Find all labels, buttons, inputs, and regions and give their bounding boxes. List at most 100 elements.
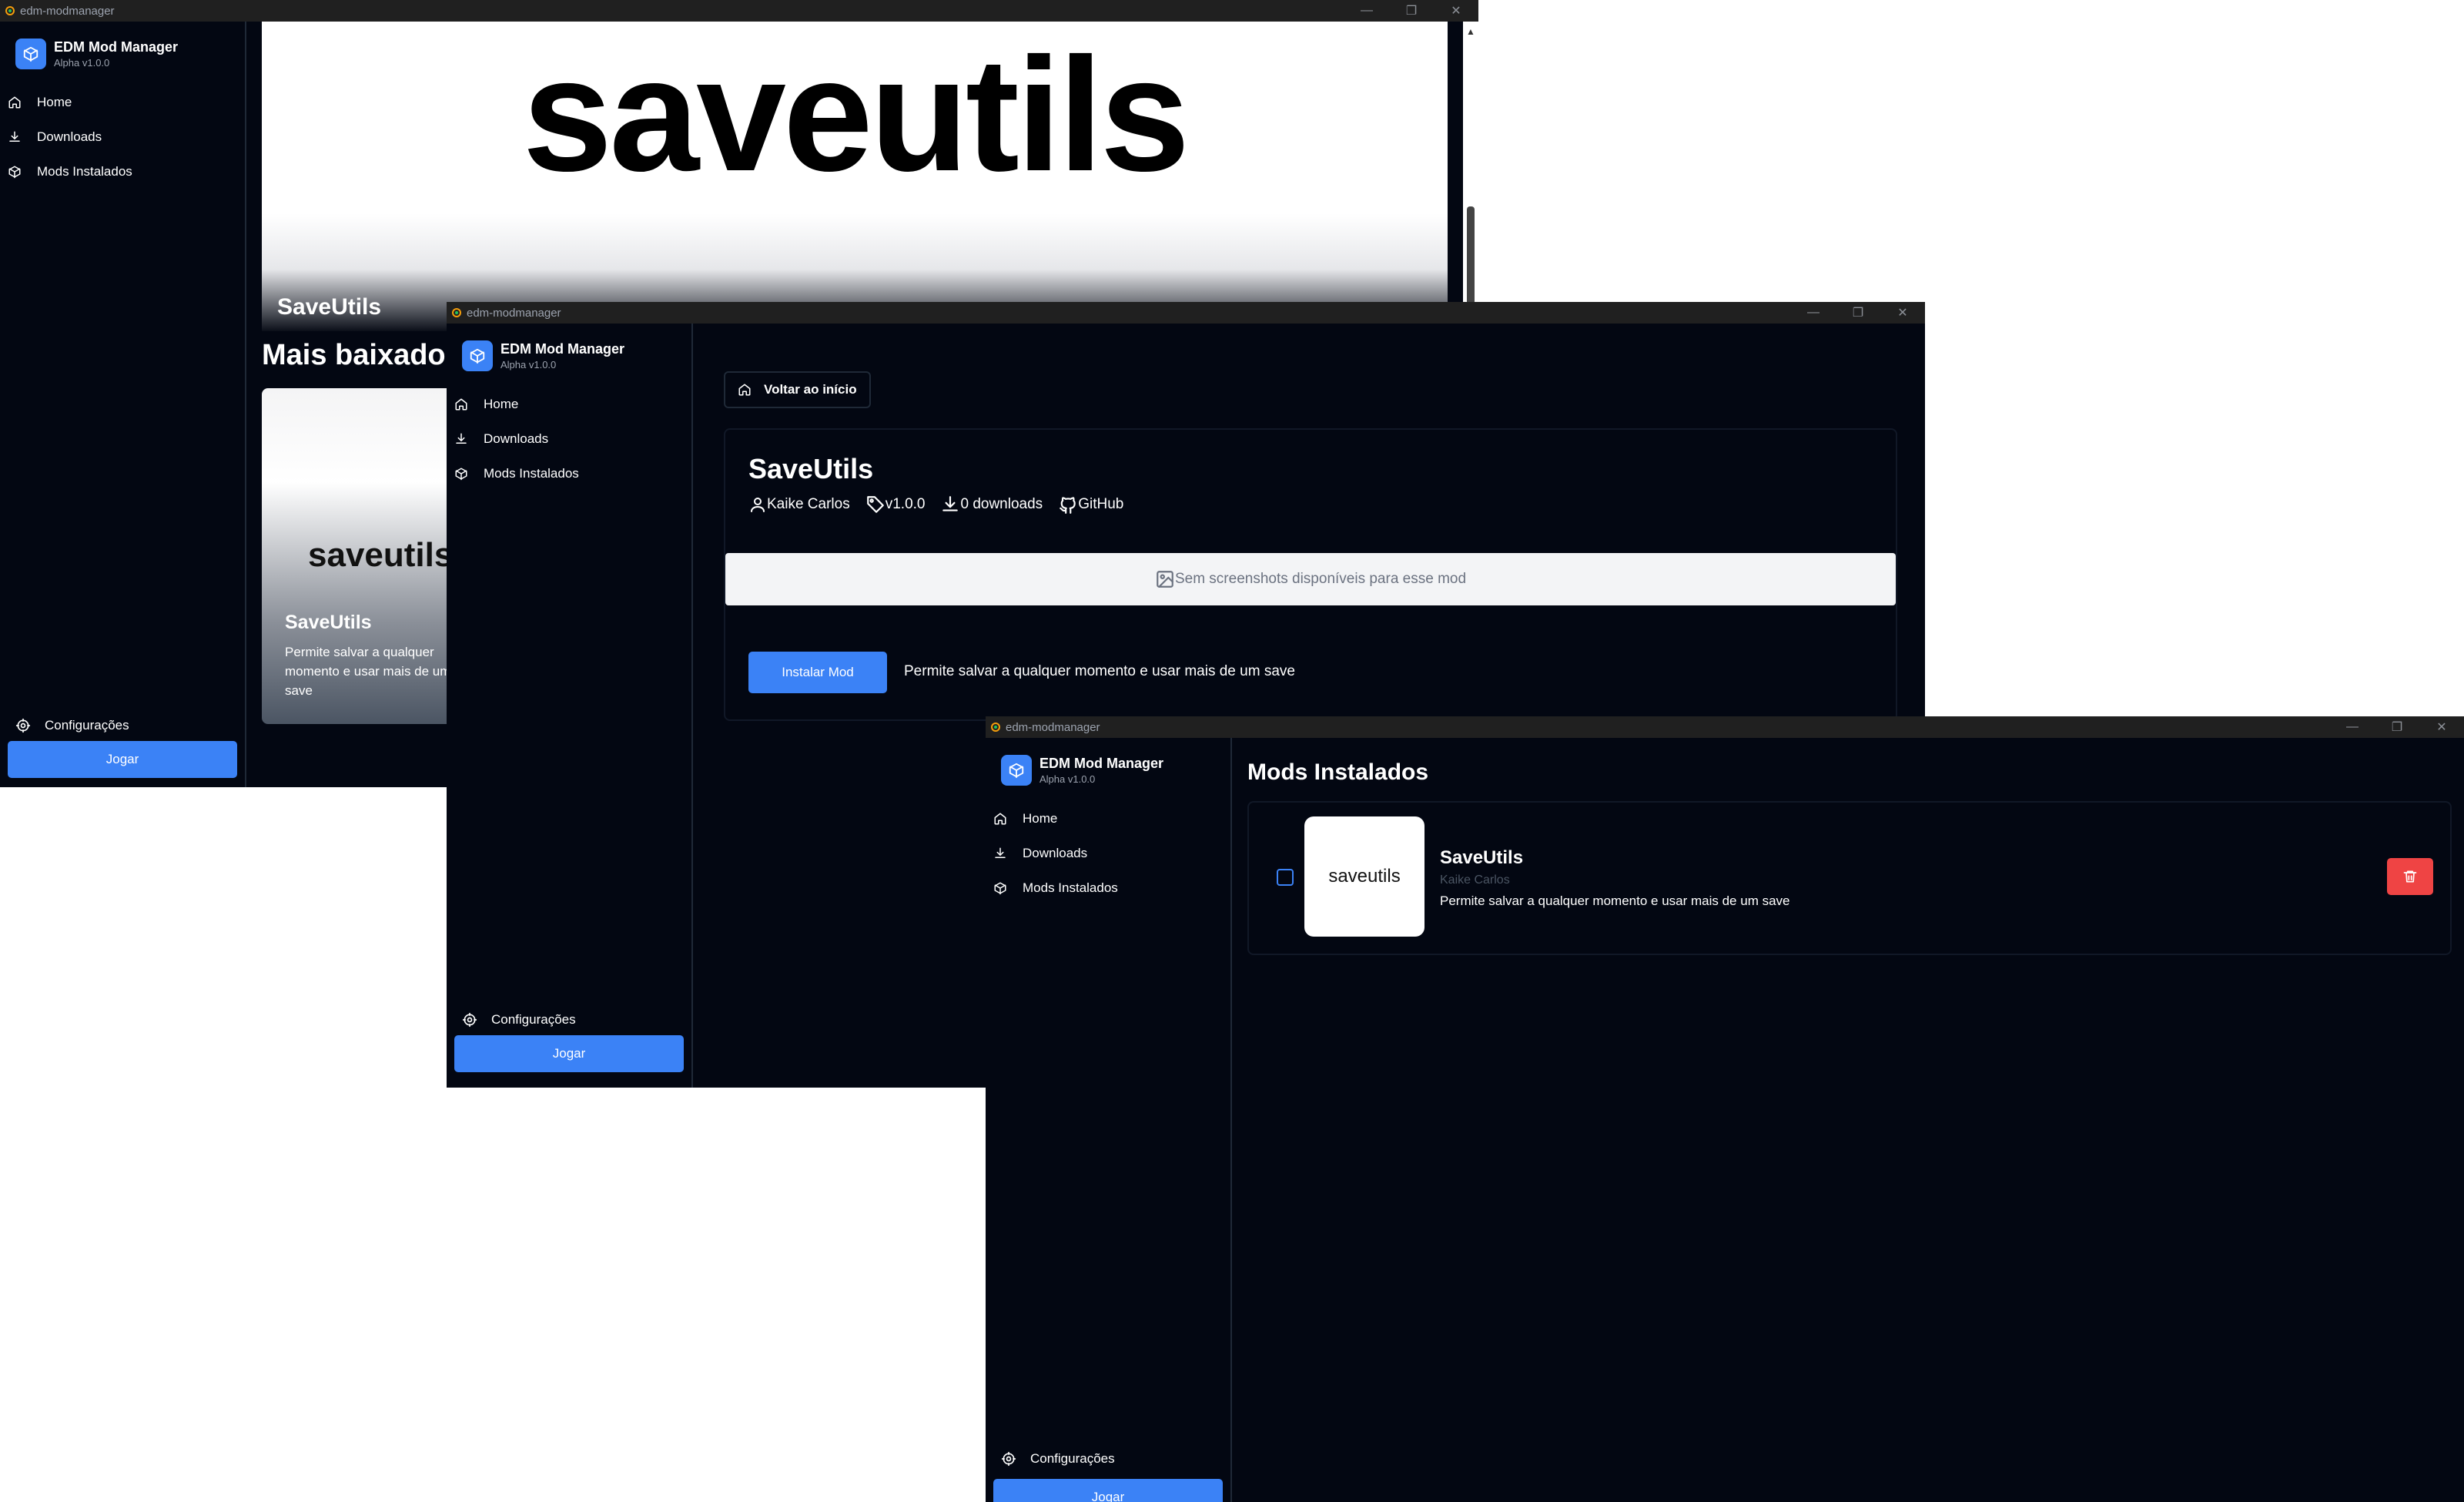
minimize-icon[interactable]: — [2330, 720, 2375, 734]
minimize-icon[interactable]: — [1791, 306, 1836, 320]
screenshots-placeholder: Sem screenshots disponíveis para esse mo… [725, 553, 1896, 605]
box-icon [994, 882, 1006, 894]
maximize-icon[interactable]: ❐ [1836, 305, 1880, 320]
mod-detail-card: SaveUtils Kaike Carlos v1.0.0 0 download… [724, 428, 1897, 721]
nav-item-home[interactable]: Home [0, 85, 245, 119]
installed-mod-row[interactable]: saveutils SaveUtils Kaike Carlos Permite… [1247, 801, 2452, 955]
image-icon [1157, 571, 1173, 588]
home-icon [994, 813, 1006, 824]
mod-downloads: 0 downloads [960, 496, 1043, 512]
nav-label: Mods Instalados [37, 163, 132, 179]
nav-label: Home [1023, 810, 1058, 826]
mod-thumbnail: saveutils [1304, 816, 1424, 937]
play-button[interactable]: Jogar [454, 1035, 684, 1072]
sidebar: EDM Mod Manager Alpha v1.0.0 Home Downlo… [447, 324, 693, 1088]
app-version: Alpha v1.0.0 [1040, 773, 1096, 785]
nav-label: Mods Instalados [484, 465, 579, 481]
delete-button[interactable] [2387, 858, 2433, 895]
title-bar[interactable]: edm-modmanager — ❐ ✕ [986, 716, 2464, 738]
chevron-up-icon[interactable]: ▲ [1466, 26, 1475, 37]
hero-banner[interactable]: saveutils SaveUtils [262, 22, 1448, 331]
box-logo-icon [1001, 755, 1032, 786]
box-icon [8, 166, 21, 178]
app-name: EDM Mod Manager [1040, 756, 1164, 771]
settings-button[interactable]: Configurações [15, 718, 129, 733]
gear-icon [15, 718, 31, 733]
close-icon[interactable]: ✕ [1434, 3, 1478, 18]
minimize-icon[interactable]: — [1344, 4, 1389, 18]
nav-label: Downloads [1023, 845, 1088, 860]
app-icon [991, 723, 1000, 732]
app-icon [452, 308, 461, 317]
nav-label: Mods Instalados [1023, 880, 1118, 895]
title-bar[interactable]: edm-modmanager — ❐ ✕ [447, 302, 1925, 324]
sidebar: EDM Mod Manager Alpha v1.0.0 Home Downlo… [0, 22, 246, 787]
nav-item-downloads[interactable]: Downloads [0, 119, 245, 154]
installed-window: edm-modmanager — ❐ ✕ EDM Mod Manager Alp… [986, 716, 2464, 1502]
sidebar: EDM Mod Manager Alpha v1.0.0 Home Downlo… [986, 738, 1232, 1502]
download-icon [995, 847, 1006, 858]
gear-icon [462, 1012, 477, 1028]
brand: EDM Mod Manager Alpha v1.0.0 [15, 39, 178, 69]
mod-author: Kaike Carlos [767, 496, 850, 512]
install-button[interactable]: Instalar Mod [748, 652, 887, 693]
download-icon [9, 131, 20, 142]
mod-select-checkbox[interactable] [1277, 869, 1294, 886]
hero-title: SaveUtils [277, 294, 382, 320]
window-title: edm-modmanager [467, 306, 561, 320]
app-version: Alpha v1.0.0 [54, 57, 110, 69]
back-label: Voltar ao início [764, 382, 857, 397]
settings-label: Configurações [45, 718, 129, 733]
github-icon [1060, 497, 1076, 514]
nav-label: Home [484, 396, 519, 411]
home-icon [738, 384, 751, 396]
window-title: edm-modmanager [20, 4, 115, 18]
nav-item-mods-instalados[interactable]: Mods Instalados [0, 154, 245, 189]
settings-label: Configurações [491, 1012, 576, 1027]
nav-label: Home [37, 94, 72, 109]
thumb-text: saveutils [1328, 866, 1401, 887]
app-name: EDM Mod Manager [54, 39, 179, 55]
hero-image-text: saveutils [522, 24, 1190, 205]
download-icon [942, 496, 959, 511]
settings-label: Configurações [1030, 1451, 1115, 1466]
page-title: Mods Instalados [1247, 759, 1429, 785]
close-icon[interactable]: ✕ [2419, 719, 2464, 735]
close-icon[interactable]: ✕ [1880, 305, 1925, 320]
box-logo-icon [15, 39, 46, 69]
nav-menu: Home Downloads Mods Instalados [447, 387, 691, 491]
box-icon [455, 468, 467, 480]
settings-button[interactable]: Configurações [462, 1012, 576, 1028]
settings-button[interactable]: Configurações [1001, 1451, 1115, 1467]
nav-item-home[interactable]: Home [986, 801, 1230, 836]
nav-item-downloads[interactable]: Downloads [986, 836, 1230, 870]
back-button[interactable]: Voltar ao início [724, 371, 871, 408]
maximize-icon[interactable]: ❐ [2375, 719, 2419, 735]
play-button[interactable]: Jogar [8, 741, 237, 778]
tag-icon [866, 496, 884, 513]
mod-meta: Kaike Carlos v1.0.0 0 downloads GitHub [748, 495, 1123, 515]
nav-menu: Home Downloads Mods Instalados [0, 85, 245, 189]
nav-label: Downloads [37, 129, 102, 144]
no-screenshots-text: Sem screenshots disponíveis para esse mo… [1174, 571, 1467, 587]
github-link[interactable]: GitHub [1078, 496, 1123, 513]
user-icon [751, 498, 765, 512]
play-button[interactable]: Jogar [993, 1479, 1223, 1502]
brand: EDM Mod Manager Alpha v1.0.0 [462, 340, 624, 371]
nav-item-home[interactable]: Home [447, 387, 691, 421]
title-bar[interactable]: edm-modmanager — ❐ ✕ [0, 0, 1478, 22]
app-version: Alpha v1.0.0 [500, 359, 557, 370]
mod-author: Kaike Carlos [1440, 873, 1510, 887]
app-icon [5, 6, 15, 15]
nav-item-mods-instalados[interactable]: Mods Instalados [447, 456, 691, 491]
nav-item-mods-instalados[interactable]: Mods Instalados [986, 870, 1230, 905]
mod-name: SaveUtils [1440, 847, 1524, 868]
mod-description: Permite salvar a qualquer momento e usar… [1440, 893, 1790, 908]
mod-version: v1.0.0 [885, 496, 926, 512]
brand: EDM Mod Manager Alpha v1.0.0 [1001, 755, 1163, 786]
download-icon [456, 433, 467, 444]
mod-title: SaveUtils [748, 453, 874, 484]
maximize-icon[interactable]: ❐ [1389, 3, 1434, 18]
nav-item-downloads[interactable]: Downloads [447, 421, 691, 456]
home-icon [455, 398, 467, 410]
